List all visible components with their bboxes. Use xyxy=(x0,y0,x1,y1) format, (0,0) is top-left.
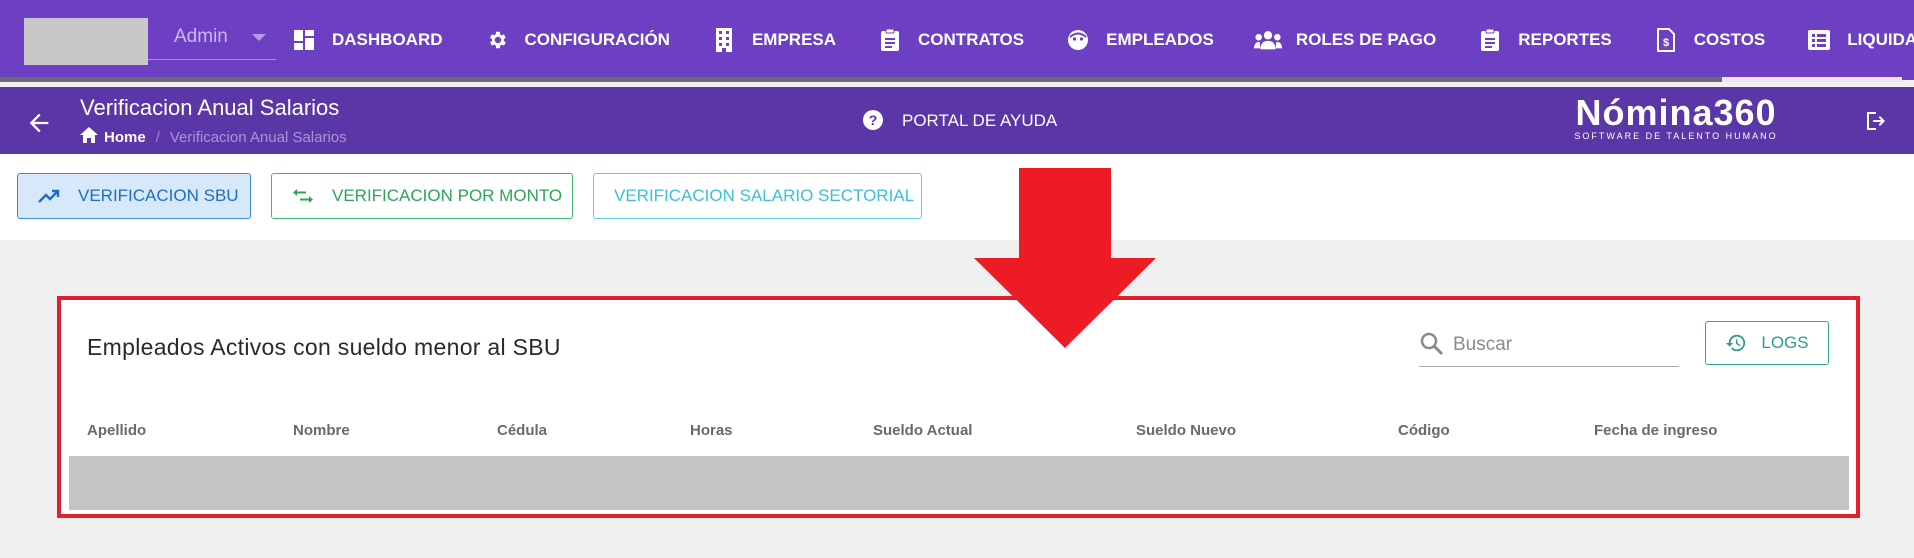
nav-item-label: DASHBOARD xyxy=(332,30,443,49)
breadcrumb-separator: / xyxy=(155,128,160,146)
breadcrumb-home[interactable]: Home xyxy=(104,129,146,146)
tab-label: VERIFICACION POR MONTO xyxy=(332,186,563,205)
column-header-codigo[interactable]: Código xyxy=(1398,422,1450,439)
column-header-sueldo-nuevo[interactable]: Sueldo Nuevo xyxy=(1136,422,1236,439)
column-header-fecha-de-ingreso[interactable]: Fecha de ingreso xyxy=(1594,422,1717,439)
column-header-cedula[interactable]: Cédula xyxy=(497,422,547,439)
clipboard-icon xyxy=(1476,28,1504,52)
verification-tabs: VERIFICACION SBU VERIFICACION POR MONTO … xyxy=(0,154,1914,240)
svg-text:?: ? xyxy=(869,112,878,128)
building-icon xyxy=(710,28,738,52)
nav-item-label: CONTRATOS xyxy=(918,30,1025,49)
dashboard-icon xyxy=(290,28,318,52)
tab-verificacion-salario-sectorial[interactable]: VERIFICACION SALARIO SECTORIAL xyxy=(593,173,922,219)
nav-item-reportes[interactable]: REPORTES xyxy=(1476,28,1612,52)
tab-label: VERIFICACION SBU xyxy=(78,186,239,205)
page-header: Verificacion Anual Salarios Home / Verif… xyxy=(0,87,1914,154)
annotation-arrow-icon xyxy=(974,168,1156,348)
nav-item-liquidaciones[interactable]: LIQUIDACIONES xyxy=(1805,28,1914,52)
column-header-sueldo-actual[interactable]: Sueldo Actual xyxy=(873,422,972,439)
nav-item-contratos[interactable]: CONTRATOS xyxy=(876,28,1024,52)
clipboard-icon xyxy=(876,28,904,52)
caret-down-icon[interactable] xyxy=(252,34,266,41)
employees-card: Empleados Activos con sueldo menor al SB… xyxy=(57,296,1860,518)
nav-item-label: LIQUIDACIONES xyxy=(1847,30,1914,49)
brand-logo: Nómina360 SOFTWARE DE TALENTO HUMANO xyxy=(1566,92,1786,142)
nav-item-label: REPORTES xyxy=(1518,30,1612,49)
company-name: Admin xyxy=(174,26,228,47)
nav-item-label: EMPRESA xyxy=(751,30,837,49)
nav-item-costos[interactable]: $ COSTOS xyxy=(1652,28,1765,52)
card-title: Empleados Activos con sueldo menor al SB… xyxy=(87,334,561,360)
nav-scroll-track xyxy=(0,77,1722,82)
help-icon: ? xyxy=(862,109,886,133)
search-input[interactable] xyxy=(1453,329,1673,361)
nav-item-label: COSTOS xyxy=(1693,30,1766,49)
invoice-icon: $ xyxy=(1652,28,1680,52)
nav-active-indicator xyxy=(1722,77,1902,82)
company-logo xyxy=(24,18,148,65)
logs-label: LOGS xyxy=(1761,333,1809,352)
column-header-apellido[interactable]: Apellido xyxy=(87,422,146,439)
company-selector[interactable]: Admin xyxy=(24,18,276,65)
table-body xyxy=(69,456,1849,510)
nav-item-empresa[interactable]: EMPRESA xyxy=(710,28,836,52)
logs-button[interactable]: LOGS xyxy=(1705,321,1829,365)
nav-menu: DASHBOARD CONFIGURACIÓN EMPRESA CONTRATO… xyxy=(290,0,1914,80)
search-field[interactable] xyxy=(1419,327,1679,367)
breadcrumb-current: Verificacion Anual Salarios xyxy=(169,128,347,146)
list-icon xyxy=(1805,28,1833,52)
help-label: PORTAL DE AYUDA xyxy=(902,111,1058,130)
nav-item-label: ROLES DE PAGO xyxy=(1295,30,1437,49)
nav-item-label: CONFIGURACIÓN xyxy=(524,30,670,49)
face-icon xyxy=(1064,28,1092,52)
history-icon xyxy=(1725,332,1747,354)
home-icon[interactable] xyxy=(80,127,98,147)
back-arrow-icon[interactable] xyxy=(25,109,53,137)
help-portal-link[interactable]: ? PORTAL DE AYUDA xyxy=(862,109,1057,133)
nav-item-dashboard[interactable]: DASHBOARD xyxy=(290,28,443,52)
tab-verificacion-por-monto[interactable]: VERIFICACION POR MONTO xyxy=(271,173,573,219)
top-nav: Admin DASHBOARD CONFIGURACIÓN EMPRESA CO… xyxy=(0,0,1914,82)
nav-item-empleados[interactable]: EMPLEADOS xyxy=(1064,28,1214,52)
trending-up-icon xyxy=(38,186,60,206)
brand-tagline: SOFTWARE DE TALENTO HUMANO xyxy=(1574,131,1778,141)
tab-label: VERIFICACION SALARIO SECTORIAL xyxy=(614,186,915,205)
svg-text:$: $ xyxy=(1663,37,1669,49)
swap-icon xyxy=(292,186,314,206)
nav-item-roles-de-pago[interactable]: ROLES DE PAGO xyxy=(1253,28,1437,52)
people-icon xyxy=(1253,28,1282,52)
tab-verificacion-sbu[interactable]: VERIFICACION SBU xyxy=(17,173,251,219)
column-header-nombre[interactable]: Nombre xyxy=(293,422,350,439)
nav-item-configuracion[interactable]: CONFIGURACIÓN xyxy=(483,28,670,52)
column-header-horas[interactable]: Horas xyxy=(690,422,733,439)
logout-icon[interactable] xyxy=(1864,109,1890,135)
nav-item-label: EMPLEADOS xyxy=(1106,30,1214,49)
brand-name: Nómina360 xyxy=(1575,92,1777,133)
page-title: Verificacion Anual Salarios xyxy=(80,95,340,120)
breadcrumb: Home / Verificacion Anual Salarios xyxy=(80,127,347,147)
table-header: Apellido Nombre Cédula Horas Sueldo Actu… xyxy=(61,414,1856,450)
gear-icon xyxy=(483,28,511,52)
search-icon xyxy=(1419,331,1445,357)
